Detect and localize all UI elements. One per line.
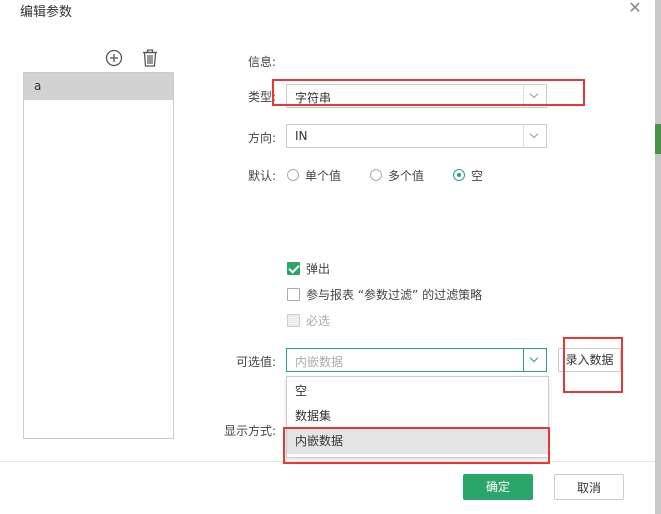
required-checkbox	[287, 314, 300, 327]
close-icon[interactable]: ✕	[627, 0, 643, 16]
dialog-title: 编辑参数	[20, 5, 73, 20]
ok-button[interactable]: 确定	[463, 474, 533, 500]
dropdown-option-empty[interactable]: 空	[287, 379, 548, 404]
radio-single-label: 单个值	[305, 169, 342, 183]
list-item[interactable]: a	[24, 73, 173, 100]
display-label: 显示方式:	[224, 424, 277, 438]
direction-label: 方向:	[248, 131, 277, 145]
info-label: 信息:	[248, 55, 277, 69]
add-param-icon[interactable]	[105, 49, 123, 67]
radio-multi-label: 多个值	[388, 169, 425, 183]
filter-checkbox[interactable]	[287, 288, 300, 301]
background-accent	[655, 124, 661, 154]
dropdown-option-label: 内嵌数据	[295, 434, 344, 448]
cancel-button[interactable]: 取消	[554, 474, 624, 500]
type-select-value: 字符串	[295, 91, 332, 105]
radio-multi[interactable]	[370, 169, 382, 181]
chevron-down-icon[interactable]	[523, 85, 546, 107]
trash-icon[interactable]	[141, 49, 159, 67]
list-item-label: a	[34, 79, 42, 93]
dropdown-option-inline[interactable]: 内嵌数据	[287, 429, 548, 454]
param-list: a	[23, 72, 174, 439]
optional-select[interactable]: 内嵌数据	[286, 348, 547, 372]
chevron-down-icon[interactable]	[523, 125, 546, 147]
dropdown-option-dataset[interactable]: 数据集	[287, 404, 548, 429]
required-checkbox-label: 必选	[306, 314, 331, 328]
dropdown-option-label: 空	[295, 384, 308, 398]
popup-checkbox[interactable]	[287, 262, 300, 275]
radio-empty[interactable]	[453, 169, 465, 181]
background-strip	[655, 0, 661, 514]
edit-param-dialog: 编辑参数 ✕ a 信息: 类型: 字符串 方向: IN 默认: 单个值 多个值 …	[0, 0, 655, 514]
dropdown-option-label: 数据集	[295, 409, 332, 423]
type-label: 类型:	[248, 90, 277, 104]
dialog-titlebar: 编辑参数 ✕	[0, 0, 655, 28]
popup-checkbox-label: 弹出	[306, 262, 331, 276]
default-label: 默认:	[248, 169, 277, 183]
radio-empty-label: 空	[471, 169, 484, 183]
radio-single[interactable]	[287, 169, 299, 181]
direction-select[interactable]: IN	[286, 124, 547, 148]
footer-divider	[0, 461, 655, 462]
optional-label: 可选值:	[236, 355, 277, 369]
chevron-down-icon[interactable]	[523, 349, 546, 371]
optional-select-placeholder: 内嵌数据	[295, 355, 344, 369]
type-select[interactable]: 字符串	[286, 84, 547, 108]
filter-checkbox-label: 参与报表 “参数过滤” 的过滤策略	[306, 288, 483, 302]
enter-data-button[interactable]: 录入数据	[558, 348, 621, 372]
direction-select-value: IN	[295, 129, 308, 143]
optional-dropdown: 空 数据集 内嵌数据	[286, 376, 549, 458]
